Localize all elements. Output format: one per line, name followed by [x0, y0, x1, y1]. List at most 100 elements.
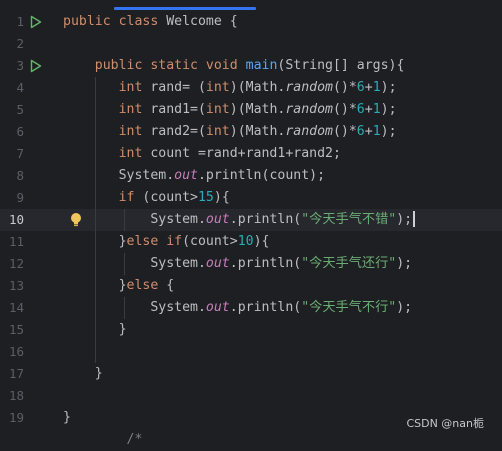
- line-number: 11: [8, 234, 24, 249]
- code-line[interactable]: 10 System.out.println("今天手气不错");: [0, 209, 502, 231]
- code-line[interactable]: 11 }else if(count>10){: [0, 231, 502, 253]
- code-token: "今天手气不行": [301, 300, 397, 315]
- code-token: "今天手气还行": [301, 256, 397, 271]
- code-token: }: [63, 366, 103, 381]
- code-token: .println(: [229, 212, 302, 227]
- line-number: 10: [8, 212, 24, 227]
- code-token: int: [205, 102, 230, 117]
- code-token: );: [380, 102, 397, 117]
- code-token: System.: [63, 212, 206, 227]
- code-text: int rand1=(int)(Math.random()*6+1);: [63, 99, 397, 121]
- code-line[interactable]: 17 }: [0, 363, 502, 385]
- code-token: +: [364, 102, 373, 117]
- code-text: System.out.println("今天手气不行");: [63, 297, 412, 319]
- code-token: Welcome {: [166, 14, 238, 29]
- code-token: int: [118, 80, 151, 95]
- code-token: int: [118, 146, 151, 161]
- code-line[interactable]: 16: [0, 341, 502, 363]
- code-token: .println(: [229, 256, 302, 271]
- code-token: )(Math.: [229, 80, 286, 95]
- code-token: class: [118, 14, 167, 29]
- code-token: int: [205, 124, 230, 139]
- code-token: .println(count);: [197, 168, 326, 183]
- line-number: 4: [16, 80, 24, 95]
- code-line[interactable]: 1 public class Welcome {: [0, 11, 502, 33]
- code-token: 6: [356, 80, 365, 95]
- code-token: .println(: [229, 300, 302, 315]
- code-text: if (count>15){: [63, 187, 230, 209]
- code-line[interactable]: 5 int rand1=(int)(Math.random()*6+1);: [0, 99, 502, 121]
- line-number: 3: [16, 58, 24, 73]
- code-token: );: [396, 256, 413, 271]
- code-token: (count>: [142, 190, 198, 205]
- code-text: System.out.println(count);: [63, 165, 325, 187]
- indent-guide: [124, 253, 125, 275]
- code-token: out: [205, 300, 230, 315]
- code-token: random: [285, 124, 333, 139]
- code-token: void: [205, 58, 246, 73]
- code-token: 6: [356, 124, 365, 139]
- line-number: 15: [8, 322, 24, 337]
- code-text: }else if(count>10){: [63, 231, 270, 253]
- code-editor[interactable]: 1 public class Welcome {2 3 public static …: [0, 0, 502, 447]
- code-token: int: [118, 102, 151, 117]
- indent-guide: [95, 77, 96, 363]
- line-number: 7: [16, 146, 24, 161]
- code-token: rand= (: [150, 80, 206, 95]
- code-line[interactable]: 4 int rand= (int)(Math.random()*6+1);: [0, 77, 502, 99]
- line-number: 9: [16, 190, 24, 205]
- code-line[interactable]: /*: [0, 429, 502, 451]
- code-line[interactable]: 12 System.out.println("今天手气还行");: [0, 253, 502, 275]
- code-line[interactable]: 7 int count =rand+rand1+rand2;: [0, 143, 502, 165]
- line-number: 13: [8, 278, 24, 293]
- code-line[interactable]: 3 public static void main(String[] args)…: [0, 55, 502, 77]
- line-number: 18: [8, 388, 24, 403]
- code-line[interactable]: 15 }: [0, 319, 502, 341]
- code-token: System.: [63, 256, 206, 271]
- code-line[interactable]: 14 System.out.println("今天手气不行");: [0, 297, 502, 319]
- text-caret: [413, 211, 415, 227]
- code-token: 1: [372, 102, 381, 117]
- run-gutter-icon[interactable]: [30, 15, 42, 29]
- code-token: 1: [372, 80, 381, 95]
- code-line[interactable]: 13 }else {: [0, 275, 502, 297]
- code-text: public static void main(String[] args){: [63, 55, 405, 77]
- code-token: rand2=(: [150, 124, 206, 139]
- line-number: 6: [16, 124, 24, 139]
- watermark: CSDN @nan栀: [406, 417, 484, 430]
- code-token: ){: [253, 234, 270, 249]
- code-token: );: [380, 80, 397, 95]
- code-token: +: [364, 124, 373, 139]
- code-token: )(Math.: [229, 124, 286, 139]
- code-token: 15: [197, 190, 214, 205]
- line-number: 19: [8, 410, 24, 425]
- line-number: 5: [16, 102, 24, 117]
- code-line[interactable]: 6 int rand2=(int)(Math.random()*6+1);: [0, 121, 502, 143]
- line-number: 2: [16, 36, 24, 51]
- code-line[interactable]: 18: [0, 385, 502, 407]
- run-gutter-icon[interactable]: [30, 59, 42, 73]
- code-token: int: [205, 80, 230, 95]
- code-token: ()*: [332, 80, 357, 95]
- code-line[interactable]: 9 if (count>15){: [0, 187, 502, 209]
- code-token: );: [396, 300, 413, 315]
- code-text: System.out.println("今天手气还行");: [63, 253, 412, 275]
- code-token: 10: [237, 234, 254, 249]
- code-token: main: [245, 58, 278, 73]
- code-text: System.out.println("今天手气不错");: [63, 209, 415, 231]
- code-line[interactable]: 2: [0, 33, 502, 55]
- code-token: if: [118, 190, 143, 205]
- code-token: 6: [356, 102, 365, 117]
- code-token: out: [205, 212, 230, 227]
- code-token: (count>: [182, 234, 238, 249]
- line-number: 14: [8, 300, 24, 315]
- code-token: System.: [63, 300, 206, 315]
- code-token: static: [150, 58, 206, 73]
- code-token: count =rand+rand1+rand2;: [150, 146, 341, 161]
- code-line[interactable]: 8 System.out.println(count);: [0, 165, 502, 187]
- code-text: }: [63, 407, 71, 429]
- code-token: random: [285, 102, 333, 117]
- code-token: public: [94, 58, 151, 73]
